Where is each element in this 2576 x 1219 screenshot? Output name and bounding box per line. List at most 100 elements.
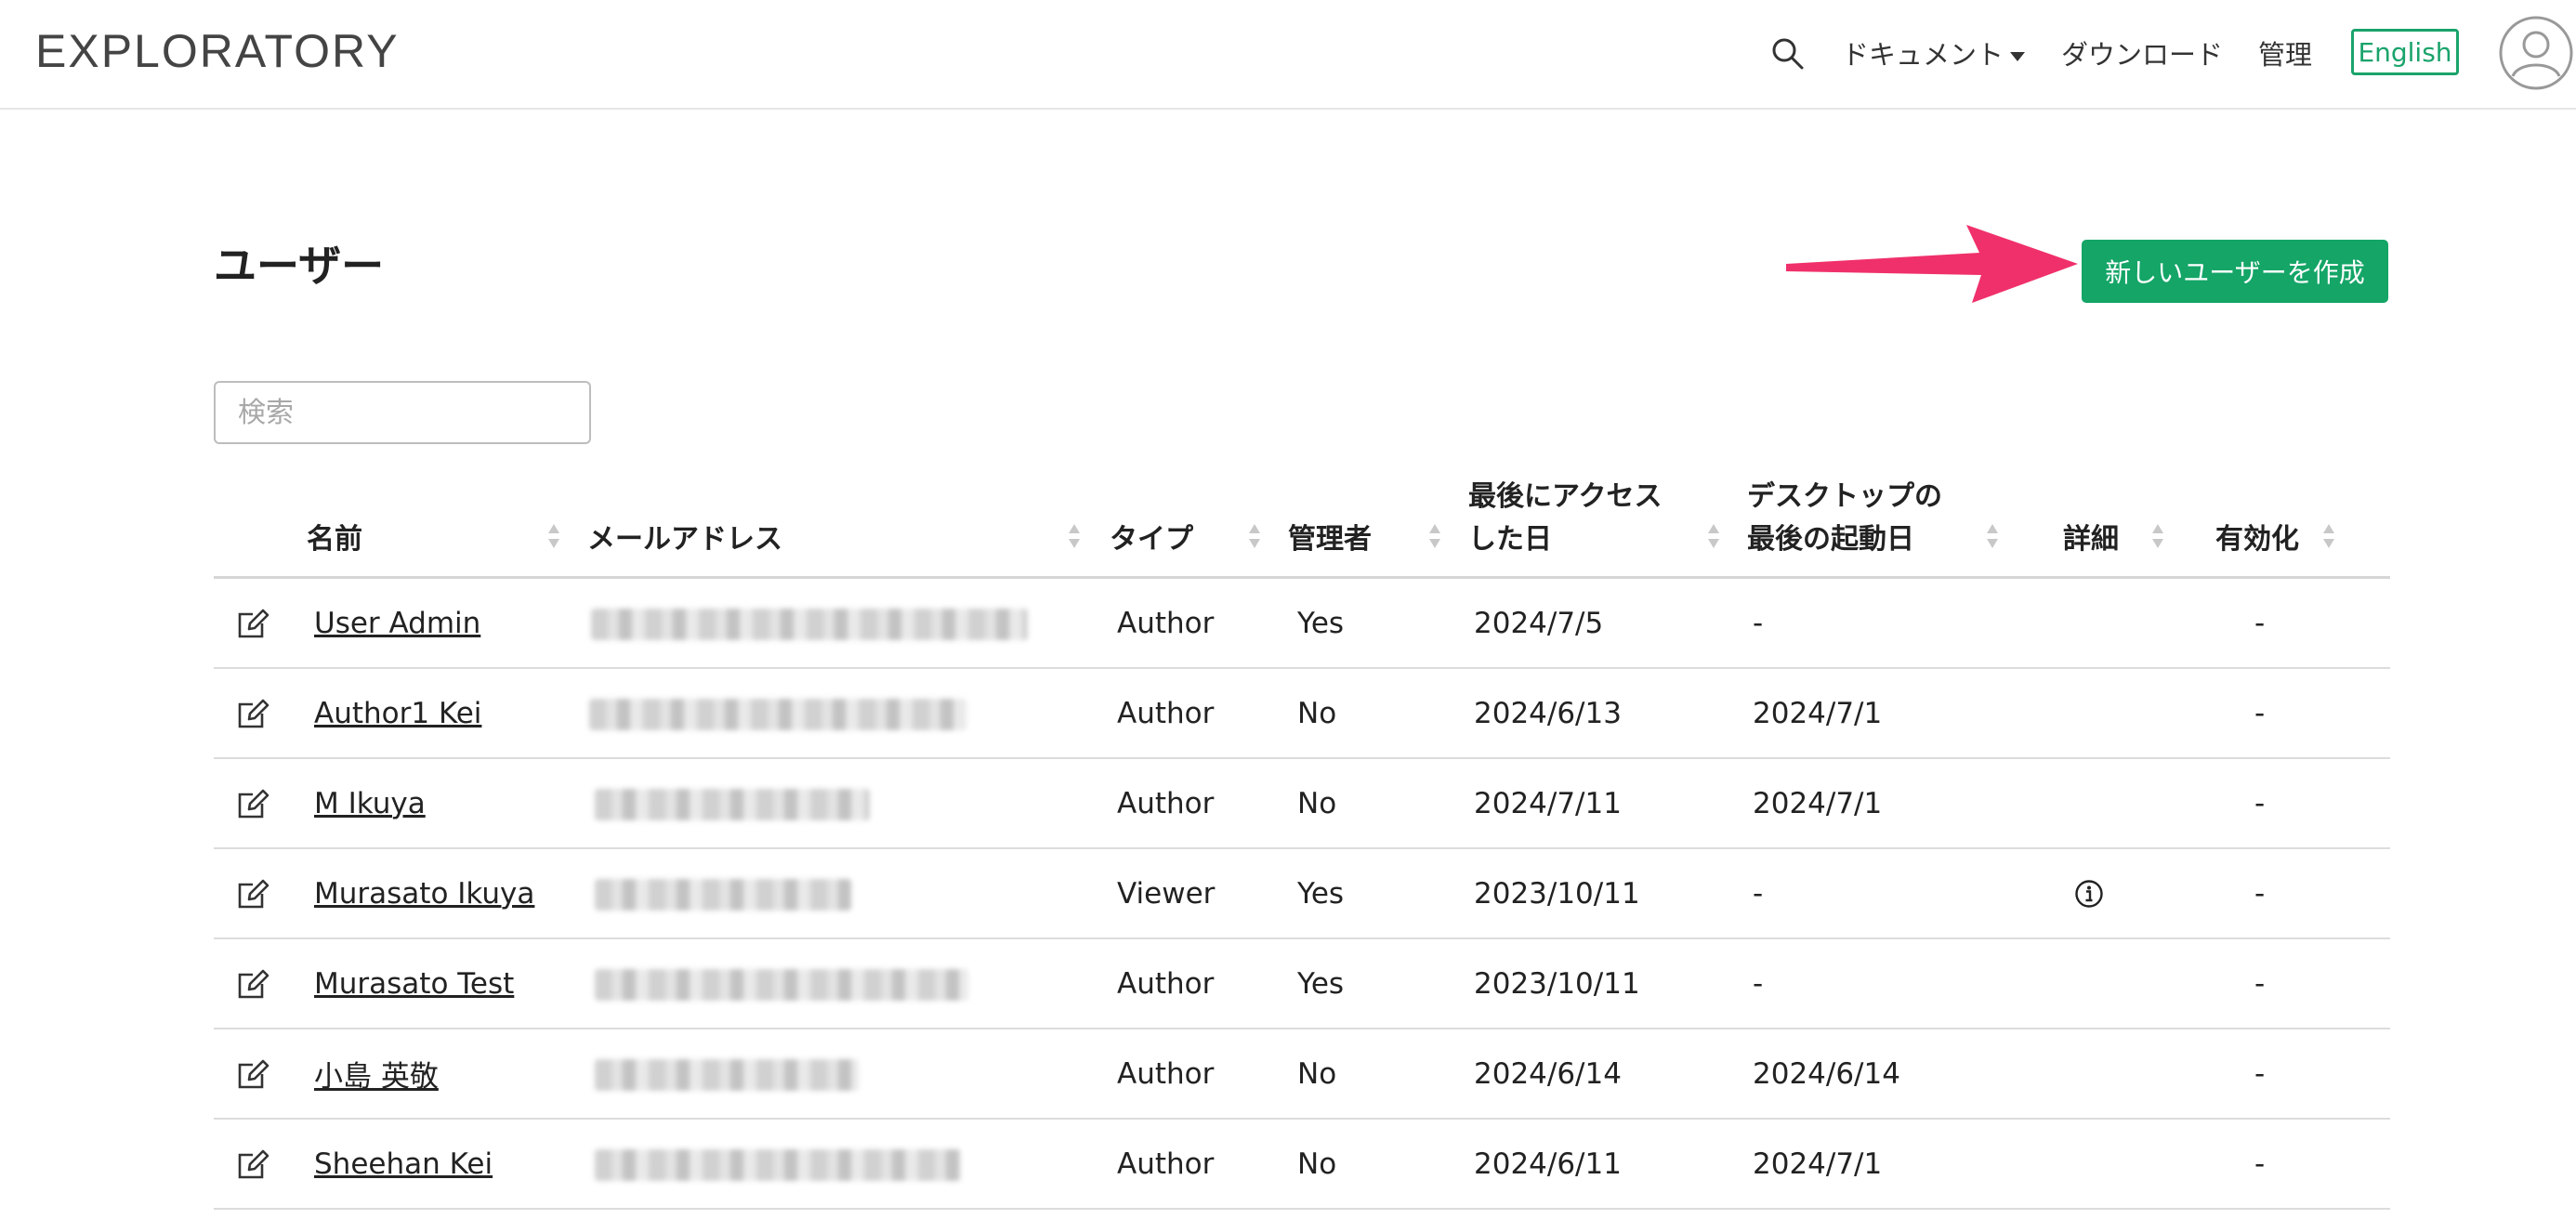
enabled-status: - [2254, 1147, 2266, 1181]
enabled-status: - [2254, 696, 2266, 730]
last-access: 2024/6/14 [1474, 1056, 1622, 1091]
search-input[interactable] [214, 381, 591, 444]
sort-icon[interactable] [1427, 520, 1442, 552]
user-admin: No [1297, 696, 1337, 730]
page-title: ユーザー [214, 241, 385, 291]
table-row: M Ikuya Author No 2024/7/11 2024/7/1 - [214, 759, 2390, 849]
user-type: Author [1117, 1056, 1215, 1091]
table-row: 小島 英敬 Author No 2024/6/14 2024/6/14 - [214, 1029, 2390, 1120]
annotation-arrow-icon [1786, 225, 2078, 303]
edit-icon[interactable] [234, 1146, 271, 1183]
enabled-status: - [2254, 876, 2266, 911]
sort-icon[interactable] [1247, 520, 1262, 552]
user-admin: Yes [1297, 966, 1345, 1001]
desktop-last-launch: 2024/7/1 [1753, 1147, 1883, 1181]
last-access: 2023/10/11 [1474, 966, 1640, 1001]
user-name-link[interactable]: Author1 Kei [314, 697, 481, 730]
email-redacted [595, 969, 968, 1001]
enabled-status: - [2254, 786, 2266, 820]
user-admin: Yes [1297, 876, 1345, 911]
email-redacted [595, 789, 870, 820]
last-access: 2024/6/13 [1474, 696, 1622, 730]
table-row: Sheehan Kei Author No 2024/6/11 2024/7/1… [214, 1120, 2390, 1210]
nav-documents-label: ドキュメント [1842, 39, 2004, 71]
edit-icon[interactable] [234, 875, 271, 912]
sort-icon[interactable] [2321, 520, 2336, 552]
user-type: Author [1117, 786, 1215, 820]
user-name-link[interactable]: Murasato Test [314, 967, 514, 1001]
header-desktop-line2: 最後の起動日 [1747, 523, 1914, 556]
table-header: 名前 メールアドレス タイプ 管理者 最後にアクセス した日 デスクトップの 最… [214, 465, 2390, 579]
create-user-button[interactable]: 新しいユーザーを作成 [2082, 240, 2388, 303]
table-row: Murasato Test Author Yes 2023/10/11 - - [214, 939, 2390, 1029]
header-last-access[interactable]: 最後にアクセス した日 [1468, 476, 1663, 561]
sort-icon[interactable] [1706, 520, 1721, 552]
table-row: Author1 Kei Author No 2024/6/13 2024/7/1… [214, 669, 2390, 759]
nav-download-link[interactable]: ダウンロード [2061, 33, 2223, 72]
email-redacted [595, 1149, 961, 1181]
user-admin: No [1297, 1056, 1337, 1091]
email-redacted [595, 879, 851, 911]
sort-icon[interactable] [1067, 520, 1082, 552]
header-admin[interactable]: 管理者 [1288, 518, 1372, 561]
nav-documents-menu[interactable]: ドキュメント [1842, 33, 2026, 72]
user-type: Author [1117, 1147, 1215, 1181]
logo[interactable]: EXPLORATORY [35, 24, 400, 78]
user-admin: No [1297, 786, 1337, 820]
user-type: Author [1117, 696, 1215, 730]
table-row: User Admin Author Yes 2024/7/5 - - [214, 579, 2390, 669]
top-navbar: EXPLORATORY ドキュメント ダウンロード 管理 English [0, 0, 2576, 110]
email-redacted [591, 609, 1028, 640]
user-name-link[interactable]: M Ikuya [314, 787, 426, 820]
desktop-last-launch: 2024/7/1 [1753, 696, 1883, 730]
desktop-last-launch: - [1753, 606, 1764, 640]
header-details[interactable]: 詳細 [2063, 518, 2119, 561]
user-type: Author [1117, 966, 1215, 1001]
enabled-status: - [2254, 966, 2266, 1001]
header-type[interactable]: タイプ [1110, 518, 1193, 561]
nav-admin-link[interactable]: 管理 [2258, 33, 2312, 72]
user-name-link[interactable]: Murasato Ikuya [314, 877, 534, 911]
last-access: 2024/7/5 [1474, 606, 1604, 640]
user-type: Viewer [1117, 876, 1216, 911]
header-name[interactable]: 名前 [307, 518, 362, 561]
edit-icon[interactable] [234, 695, 271, 732]
user-admin: Yes [1297, 606, 1345, 640]
users-table: 名前 メールアドレス タイプ 管理者 最後にアクセス した日 デスクトップの 最… [214, 465, 2390, 1210]
user-admin: No [1297, 1147, 1337, 1181]
header-last-access-line2: した日 [1468, 523, 1552, 556]
email-redacted [589, 699, 966, 730]
header-last-access-line1: 最後にアクセス [1468, 480, 1663, 513]
edit-icon[interactable] [234, 965, 271, 1003]
enabled-status: - [2254, 1056, 2266, 1091]
search-icon[interactable] [1769, 35, 1807, 72]
last-access: 2024/7/11 [1474, 786, 1622, 820]
desktop-last-launch: - [1753, 876, 1764, 911]
edit-icon[interactable] [234, 785, 271, 822]
user-name-link[interactable]: Sheehan Kei [314, 1147, 493, 1181]
language-button[interactable]: English [2351, 29, 2459, 75]
sort-icon[interactable] [2150, 520, 2165, 552]
desktop-last-launch: 2024/6/14 [1753, 1056, 1900, 1091]
header-desktop-last-launch[interactable]: デスクトップの 最後の起動日 [1747, 476, 1942, 561]
header-email[interactable]: メールアドレス [587, 518, 782, 561]
user-name-link[interactable]: 小島 英敬 [314, 1053, 439, 1094]
enabled-status: - [2254, 606, 2266, 640]
desktop-last-launch: - [1753, 966, 1764, 1001]
caret-down-icon [2010, 52, 2026, 61]
edit-icon[interactable] [234, 1055, 271, 1093]
user-type: Author [1117, 606, 1215, 640]
edit-icon[interactable] [234, 605, 271, 642]
email-redacted [595, 1059, 859, 1091]
sort-icon[interactable] [546, 520, 561, 552]
info-icon[interactable] [2074, 879, 2104, 909]
user-avatar-icon[interactable] [2498, 15, 2574, 91]
desktop-last-launch: 2024/7/1 [1753, 786, 1883, 820]
table-row: Murasato Ikuya Viewer Yes 2023/10/11 - - [214, 849, 2390, 939]
last-access: 2023/10/11 [1474, 876, 1640, 911]
header-enabled[interactable]: 有効化 [2215, 518, 2299, 561]
header-desktop-line1: デスクトップの [1747, 480, 1942, 513]
sort-icon[interactable] [1985, 520, 2000, 552]
last-access: 2024/6/11 [1474, 1147, 1622, 1181]
user-name-link[interactable]: User Admin [314, 607, 480, 640]
